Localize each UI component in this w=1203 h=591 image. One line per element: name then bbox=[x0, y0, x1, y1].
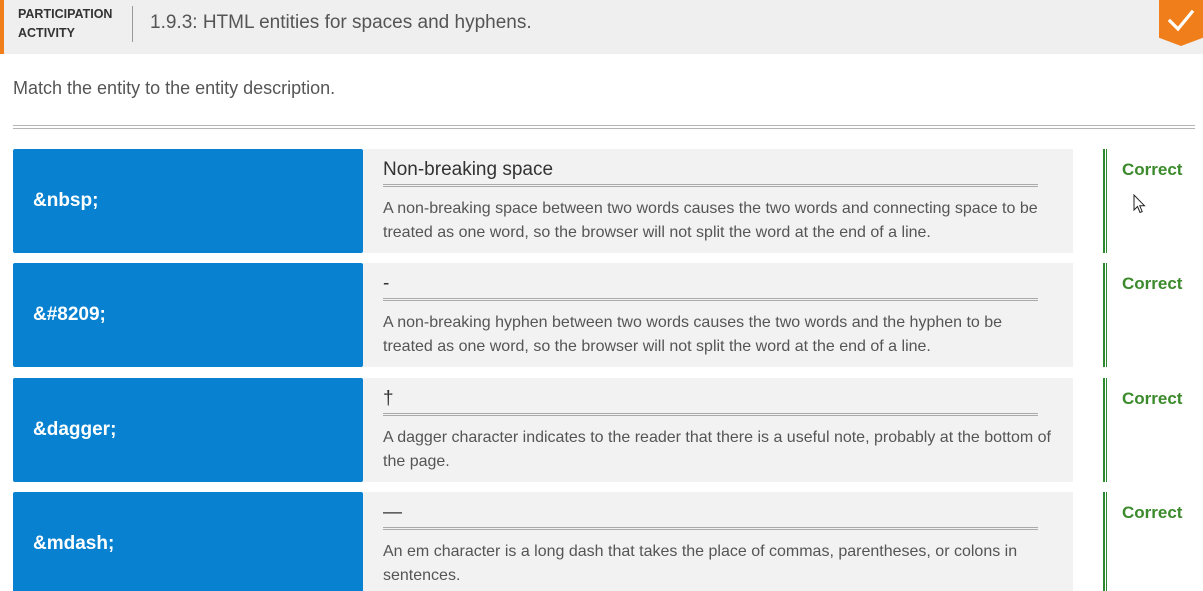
entity-description: A dagger character indicates to the read… bbox=[383, 429, 1051, 470]
match-row: &nbsp; Non-breaking space A non-breaking… bbox=[13, 149, 1203, 253]
match-row: &dagger; † A dagger character indicates … bbox=[13, 378, 1203, 482]
match-row: &#8209; ‑ A non-breaking hyphen between … bbox=[13, 263, 1203, 367]
entity-description: A non-breaking hyphen between two words … bbox=[383, 314, 1003, 355]
status-bar bbox=[1103, 492, 1107, 591]
drop-target[interactable]: Non-breaking space bbox=[383, 157, 1038, 187]
entity-description: An em character is a long dash that take… bbox=[383, 543, 1018, 584]
entity-term[interactable]: &nbsp; bbox=[13, 149, 363, 253]
description-panel: Non-breaking space A non-breaking space … bbox=[363, 149, 1073, 253]
entity-term[interactable]: &dagger; bbox=[13, 378, 363, 482]
status-text: Correct bbox=[1122, 274, 1183, 293]
status-text: Correct bbox=[1122, 389, 1183, 408]
description-panel: † A dagger character indicates to the re… bbox=[363, 378, 1073, 482]
status-bar bbox=[1103, 378, 1107, 482]
description-panel: ‑ A non-breaking hyphen between two word… bbox=[363, 263, 1073, 367]
checkmark-icon bbox=[1167, 9, 1195, 32]
match-row: &mdash; — An em character is a long dash… bbox=[13, 492, 1203, 591]
header-divider bbox=[132, 6, 133, 42]
status-bar bbox=[1103, 149, 1107, 253]
entity-term[interactable]: &mdash; bbox=[13, 492, 363, 591]
status-text: Correct bbox=[1122, 503, 1183, 522]
instructions: Match the entity to the entity descripti… bbox=[13, 78, 336, 98]
entity-description: A non-breaking space between two words c… bbox=[383, 200, 1038, 241]
status-text: Correct bbox=[1122, 160, 1183, 179]
status-bar bbox=[1103, 263, 1107, 367]
activity-header: PARTICIPATION ACTIVITY 1.9.3: HTML entit… bbox=[0, 0, 1203, 54]
drop-target[interactable]: ‑ bbox=[383, 271, 1038, 301]
mouse-pointer-icon bbox=[1133, 194, 1146, 214]
description-panel: — An em character is a long dash that ta… bbox=[363, 492, 1073, 591]
completion-badge bbox=[1159, 0, 1203, 46]
drop-target[interactable]: † bbox=[383, 386, 1038, 416]
participation-label: PARTICIPATION ACTIVITY bbox=[18, 7, 113, 40]
divider bbox=[13, 125, 1195, 129]
activity-title: 1.9.3: HTML entities for spaces and hyph… bbox=[150, 12, 532, 33]
drop-target[interactable]: — bbox=[383, 500, 1038, 530]
entity-term[interactable]: &#8209; bbox=[13, 263, 363, 367]
